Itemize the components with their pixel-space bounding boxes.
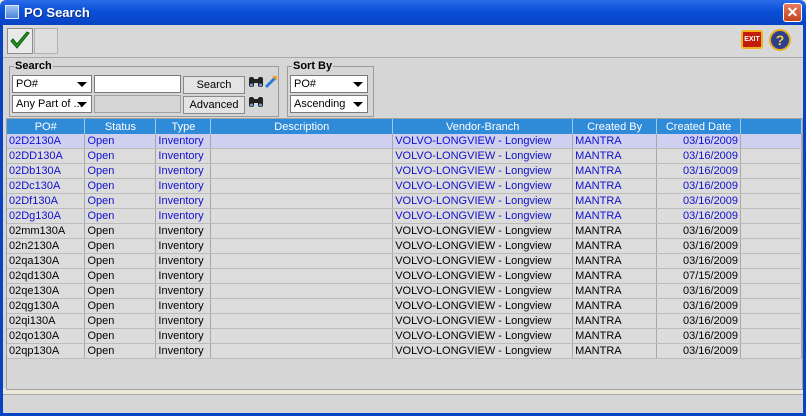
title-bar[interactable]: PO Search ✕ [0,0,806,25]
window-title: PO Search [24,5,90,20]
close-button[interactable]: ✕ [783,3,802,22]
window-frame [0,25,806,416]
app-icon [5,5,19,19]
